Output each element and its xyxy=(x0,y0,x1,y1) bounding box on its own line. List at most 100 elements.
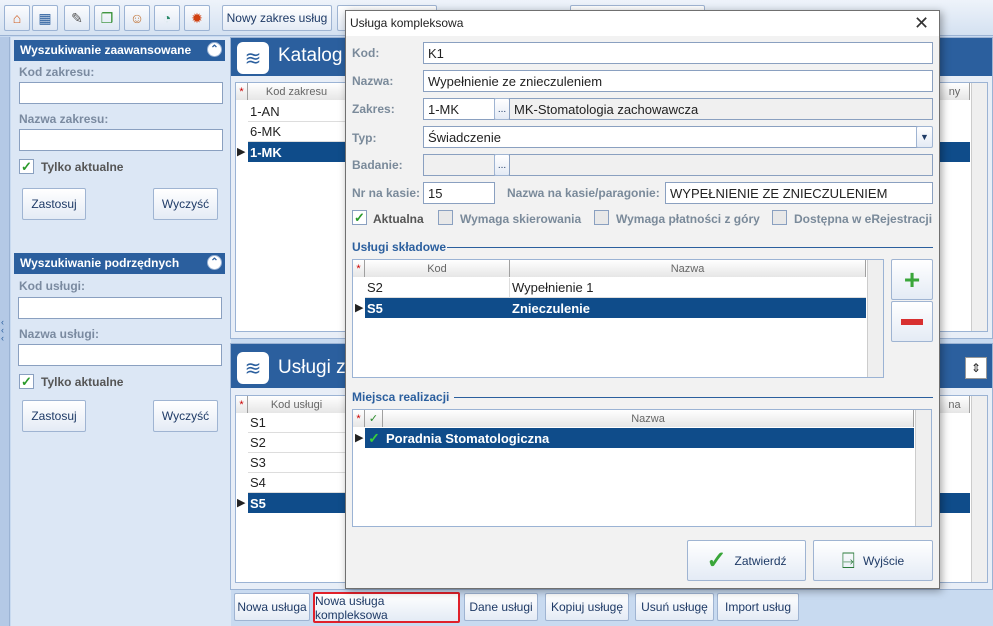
exam-field xyxy=(423,154,495,176)
services-row[interactable]: S3 xyxy=(248,453,346,473)
wifi-logo-icon: ≋ xyxy=(237,42,269,74)
documents-icon[interactable]: ❐ xyxy=(94,5,120,31)
catalog-star-col: * xyxy=(236,83,248,100)
place-row-selected[interactable]: Poradnia Stomatologiczna xyxy=(383,428,914,448)
range-name-input[interactable] xyxy=(19,129,223,151)
subordinate-search-header[interactable]: Wyszukiwanie podrzędnych ⌃ xyxy=(14,253,225,274)
component-row-selected[interactable]: S5 xyxy=(365,298,510,318)
apply-button-2[interactable]: Zastosuj xyxy=(22,400,86,432)
collapse-arrows-icon[interactable]: ‹ ‹ ‹ xyxy=(1,318,4,343)
import-service-button[interactable]: Import usług xyxy=(717,593,799,621)
row-pointer-icon: ▶ xyxy=(355,432,364,444)
prepay-checkbox[interactable] xyxy=(594,210,609,225)
catalog-col-code[interactable]: Kod zakresu xyxy=(248,83,346,100)
advanced-search-header[interactable]: Wyszukiwanie zaawansowane ⌃ xyxy=(14,40,225,61)
range-name-label: Nazwa zakresu: xyxy=(19,112,109,126)
exam-name-field xyxy=(509,154,933,176)
catalog-header-right xyxy=(940,38,992,76)
add-component-button[interactable]: + xyxy=(891,259,933,300)
services-row-selected[interactable]: S5 xyxy=(248,493,346,513)
name-input[interactable]: Wypełnienie ze znieczuleniem xyxy=(423,70,933,92)
type-select[interactable]: Świadczenie xyxy=(423,126,919,148)
row-pointer-icon: ▶ xyxy=(237,146,246,158)
type-label: Typ: xyxy=(352,131,377,145)
services-row[interactable]: S1 xyxy=(248,413,346,433)
referral-checkbox[interactable] xyxy=(438,210,453,225)
remove-component-button[interactable] xyxy=(891,301,933,342)
minus-icon xyxy=(901,318,923,325)
calendar-icon[interactable]: ▦ xyxy=(32,5,58,31)
collapse-up-icon[interactable]: ⌃ xyxy=(207,255,222,270)
catalog-row[interactable]: 6-MK xyxy=(248,122,346,142)
range-browse-button[interactable]: ... xyxy=(494,98,510,120)
ereg-checkbox[interactable] xyxy=(772,210,787,225)
services-col-code[interactable]: Kod usługi xyxy=(248,396,346,413)
new-service-button[interactable]: Nowa usługa xyxy=(234,593,310,621)
services-scrollbar[interactable] xyxy=(971,396,987,582)
catalog-col-right[interactable]: ny xyxy=(940,83,970,100)
chevron-down-icon[interactable]: ▼ xyxy=(916,126,933,148)
places-check-col: ✓ xyxy=(365,410,383,427)
catalog-scrollbar[interactable] xyxy=(971,83,987,331)
range-code-label: Kod zakresu: xyxy=(19,65,95,79)
range-code-input[interactable] xyxy=(19,82,223,104)
components-col-name[interactable]: Nazwa xyxy=(510,260,866,277)
places-divider xyxy=(454,397,933,398)
places-col-name[interactable]: Nazwa xyxy=(383,410,914,427)
close-icon[interactable]: ✕ xyxy=(914,13,929,34)
only-current-label: Tylko aktualne xyxy=(41,160,124,174)
clear-button[interactable]: Wyczyść xyxy=(153,188,218,220)
advanced-search-title: Wyszukiwanie zaawansowane xyxy=(20,43,192,57)
apply-button[interactable]: Zastosuj xyxy=(22,188,86,220)
components-col-code[interactable]: Kod xyxy=(365,260,510,277)
components-title: Usługi składowe xyxy=(352,240,447,254)
places-star-col: * xyxy=(353,410,365,427)
confirm-button[interactable]: ✓ Zatwierdź xyxy=(687,540,806,581)
only-current-checkbox[interactable]: ✓ xyxy=(19,159,34,174)
services-row[interactable]: S2 xyxy=(248,433,346,453)
components-scrollbar[interactable] xyxy=(867,260,883,377)
copy-service-button[interactable]: Kopiuj usługę xyxy=(545,593,629,621)
tab-new-range[interactable]: Nowy zakres usług xyxy=(222,5,332,31)
home-icon[interactable]: ⌂ xyxy=(4,5,30,31)
name-label: Nazwa: xyxy=(352,74,394,88)
services-row-selected-right xyxy=(940,493,970,513)
current-checkbox[interactable]: ✓ xyxy=(352,210,367,225)
collapse-up-icon[interactable]: ⌃ xyxy=(207,42,222,57)
services-title: Usługi z xyxy=(278,357,346,378)
places-title: Miejsca realizacji xyxy=(352,390,450,404)
cash-name-label: Nazwa na kasie/paragonie: xyxy=(507,186,660,200)
service-name-input[interactable] xyxy=(18,344,222,366)
range-name-field: MK-Stomatologia zachowawcza xyxy=(509,98,933,120)
service-name-label: Nazwa usługi: xyxy=(19,327,100,341)
notes-icon[interactable]: ✎ xyxy=(64,5,90,31)
component-row-selected-name[interactable]: Znieczulenie xyxy=(510,298,866,318)
exam-label: Badanie: xyxy=(352,158,403,172)
catalog-row[interactable]: 1-AN xyxy=(248,102,346,122)
clear-button-2[interactable]: Wyczyść xyxy=(153,400,218,432)
range-code-field[interactable]: 1-MK xyxy=(423,98,495,120)
plus-icon: + xyxy=(903,263,921,295)
clock-icon[interactable]: ◔ xyxy=(154,5,180,31)
code-input[interactable]: K1 xyxy=(423,42,933,64)
expand-icon[interactable]: ⇕ xyxy=(965,357,987,379)
delete-service-button[interactable]: Usuń usługę xyxy=(635,593,714,621)
gear-icon[interactable]: ✹ xyxy=(184,5,210,31)
only-current-checkbox-2[interactable]: ✓ xyxy=(19,374,34,389)
services-col-right[interactable]: na xyxy=(940,396,970,413)
cash-name-input[interactable]: WYPEŁNIENIE ZE ZNIECZULENIEM xyxy=(665,182,933,204)
exit-door-icon: ⍈ xyxy=(841,547,855,573)
component-row[interactable]: S2 xyxy=(365,278,510,298)
new-complex-service-button[interactable]: Nowa usługa kompleksowa xyxy=(313,592,460,623)
exit-button[interactable]: ⍈ Wyjście xyxy=(813,540,933,581)
places-scrollbar[interactable] xyxy=(915,410,931,526)
place-row-check-cell[interactable]: ✓ xyxy=(365,428,383,448)
services-row[interactable]: S4 xyxy=(248,473,346,493)
cash-no-input[interactable]: 15 xyxy=(423,182,495,204)
component-row-name[interactable]: Wypełnienie 1 xyxy=(510,278,866,298)
service-data-button[interactable]: Dane usługi xyxy=(464,593,538,621)
exam-browse-button[interactable]: ... xyxy=(494,154,510,176)
service-code-input[interactable] xyxy=(18,297,222,319)
catalog-row-selected[interactable]: 1-MK xyxy=(248,142,346,162)
users-icon[interactable]: ☺ xyxy=(124,5,150,31)
